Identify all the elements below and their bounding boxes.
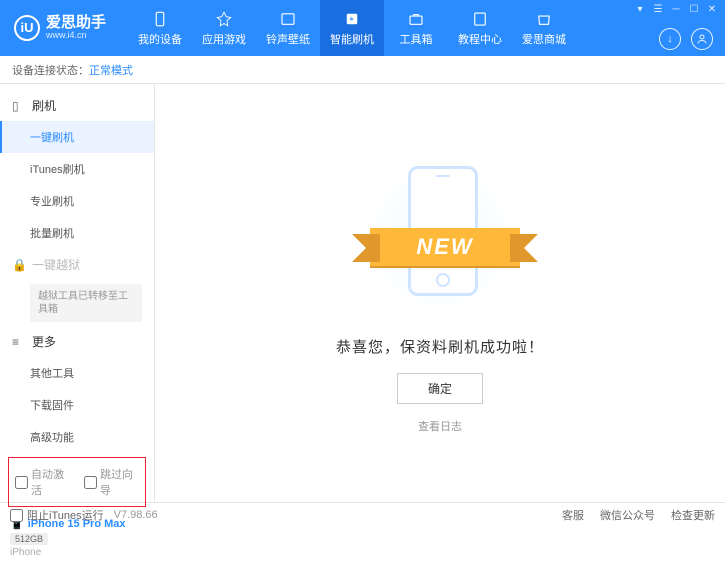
view-log-link[interactable]: 查看日志 <box>418 418 462 434</box>
footer-support[interactable]: 客服 <box>562 507 584 523</box>
phone-icon: ▯ <box>12 99 26 113</box>
close-icon[interactable]: ✕ <box>705 3 719 15</box>
logo-icon: iU <box>14 15 40 41</box>
sidebar-item-pro-flash[interactable]: 专业刷机 <box>0 185 154 217</box>
main-nav: 我的设备 应用游戏 铃声壁纸 智能刷机 工具箱 教程中心 爱思商城 <box>128 0 576 56</box>
nav-tutorials[interactable]: 教程中心 <box>448 0 512 56</box>
device-storage: 512GB <box>10 533 48 545</box>
status-bar: 设备连接状态： 正常模式 <box>0 56 725 84</box>
store-icon <box>535 10 553 28</box>
sidebar-group-jailbreak: 🔒一键越狱 <box>0 249 154 280</box>
main-content: NEW 恭喜您，保资料刷机成功啦！ 确定 查看日志 <box>155 84 725 502</box>
sidebar-group-more[interactable]: ≡更多 <box>0 326 154 357</box>
new-ribbon: NEW <box>370 228 520 266</box>
device-icon <box>151 10 169 28</box>
brand-name: 爱思助手 <box>46 15 106 32</box>
toolbox-icon <box>407 10 425 28</box>
sidebar-group-flash[interactable]: ▯刷机 <box>0 90 154 121</box>
status-value: 正常模式 <box>89 62 133 78</box>
status-label: 设备连接状态： <box>12 62 89 78</box>
lock-icon: 🔒 <box>12 258 26 272</box>
menu-icon[interactable]: ▾ <box>633 3 647 15</box>
version-label: V7.98.66 <box>114 509 158 521</box>
footer-check-update[interactable]: 检查更新 <box>671 507 715 523</box>
sidebar-item-itunes-flash[interactable]: iTunes刷机 <box>0 153 154 185</box>
sidebar-item-oneclick-flash[interactable]: 一键刷机 <box>0 121 154 153</box>
nav-flash[interactable]: 智能刷机 <box>320 0 384 56</box>
success-illustration: NEW <box>360 152 520 322</box>
sidebar-item-advanced[interactable]: 高级功能 <box>0 421 154 453</box>
jailbreak-moved-note: 越狱工具已转移至工具箱 <box>30 284 142 322</box>
app-header: iU 爱思助手 www.i4.cn 我的设备 应用游戏 铃声壁纸 智能刷机 工具… <box>0 0 725 56</box>
download-button[interactable]: ↓ <box>659 28 681 50</box>
more-icon: ≡ <box>12 335 26 349</box>
image-icon <box>279 10 297 28</box>
options-highlight-box: 自动激活 跳过向导 <box>8 457 146 507</box>
sidebar: ▯刷机 一键刷机 iTunes刷机 专业刷机 批量刷机 🔒一键越狱 越狱工具已转… <box>0 84 155 502</box>
brand-logo: iU 爱思助手 www.i4.cn <box>0 15 120 41</box>
sidebar-item-other-tools[interactable]: 其他工具 <box>0 357 154 389</box>
brand-url: www.i4.cn <box>46 31 106 41</box>
nav-store[interactable]: 爱思商城 <box>512 0 576 56</box>
settings-icon[interactable]: ☰ <box>651 3 665 15</box>
nav-apps[interactable]: 应用游戏 <box>192 0 256 56</box>
nav-my-device[interactable]: 我的设备 <box>128 0 192 56</box>
nav-ringtones[interactable]: 铃声壁纸 <box>256 0 320 56</box>
sidebar-item-download-firmware[interactable]: 下载固件 <box>0 389 154 421</box>
nav-toolbox[interactable]: 工具箱 <box>384 0 448 56</box>
user-button[interactable] <box>691 28 713 50</box>
checkbox-block-itunes[interactable]: 阻止iTunes运行 <box>10 507 104 523</box>
apps-icon <box>215 10 233 28</box>
checkbox-skip-guide[interactable]: 跳过向导 <box>84 466 139 498</box>
footer-wechat[interactable]: 微信公众号 <box>600 507 655 523</box>
minimize-icon[interactable]: ─ <box>669 3 683 15</box>
maximize-icon[interactable]: ☐ <box>687 3 701 15</box>
device-type: iPhone <box>10 547 144 558</box>
checkbox-auto-activate[interactable]: 自动激活 <box>15 466 70 498</box>
sidebar-item-batch-flash[interactable]: 批量刷机 <box>0 217 154 249</box>
success-message: 恭喜您，保资料刷机成功啦！ <box>336 336 544 357</box>
book-icon <box>471 10 489 28</box>
ok-button[interactable]: 确定 <box>397 373 483 404</box>
flash-icon <box>343 10 361 28</box>
